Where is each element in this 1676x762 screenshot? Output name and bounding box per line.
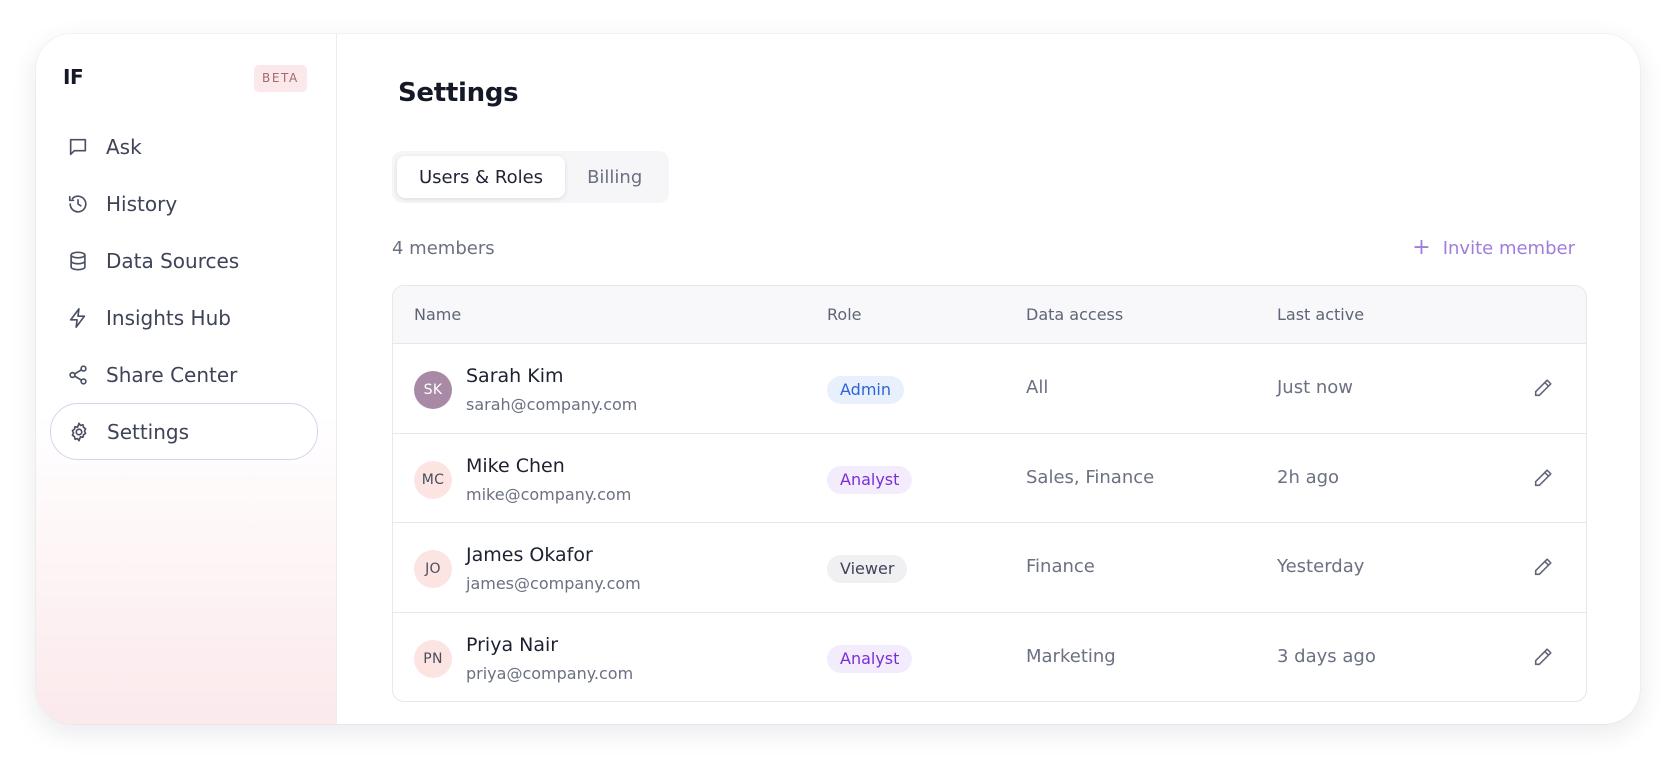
- table-row[interactable]: PN Priya Nair priya@company.com Analyst …: [393, 613, 1586, 702]
- app-logo[interactable]: IF: [63, 65, 84, 89]
- main-content: Settings Users & Roles Billing 4 members…: [337, 34, 1640, 724]
- member-name: Sarah Kim: [466, 365, 564, 387]
- lightning-icon: [67, 307, 89, 329]
- chat-bubble-icon: [67, 136, 89, 158]
- avatar: PN: [414, 639, 452, 678]
- last-active: 3 days ago: [1277, 645, 1376, 667]
- sidebar-item-label: Insights Hub: [106, 305, 231, 330]
- gear-icon: [68, 421, 90, 443]
- sidebar-item-label: History: [106, 191, 178, 216]
- edit-pencil-icon[interactable]: [1532, 556, 1556, 580]
- table-header: Name Role Data access Last active: [393, 286, 1586, 344]
- role-badge: Analyst: [827, 465, 913, 494]
- sidebar-item-label: Ask: [106, 134, 142, 159]
- plus-icon: +: [1412, 235, 1431, 260]
- sidebar-item-label: Settings: [107, 419, 190, 444]
- member-email: james@company.com: [466, 574, 641, 593]
- avatar: JO: [414, 550, 452, 588]
- edit-pencil-icon[interactable]: [1532, 467, 1556, 491]
- sidebar-item-history[interactable]: History: [50, 175, 318, 232]
- role-badge: Admin: [827, 376, 904, 404]
- role-badge: Viewer: [827, 555, 908, 583]
- data-access: Sales, Finance: [1026, 466, 1155, 488]
- sidebar-item-ask[interactable]: Ask: [50, 118, 318, 175]
- sidebar-item-label: Data Sources: [106, 248, 240, 273]
- members-table: Name Role Data access Last active SK Sar…: [392, 285, 1587, 702]
- member-email: priya@company.com: [466, 663, 634, 683]
- sidebar-item-insights-hub[interactable]: Insights Hub: [50, 289, 318, 346]
- sidebar: IF BETA Ask History Data Sources Insight…: [36, 34, 337, 724]
- data-access: Finance: [1026, 556, 1095, 577]
- member-name: Mike Chen: [466, 454, 565, 477]
- share-icon: [67, 364, 89, 386]
- role-badge: Analyst: [827, 644, 913, 673]
- member-email: mike@company.com: [466, 484, 632, 504]
- tab-billing[interactable]: Billing: [565, 156, 664, 198]
- member-email: sarah@company.com: [466, 395, 638, 414]
- page-title: Settings: [398, 78, 519, 108]
- sidebar-item-share-center[interactable]: Share Center: [50, 346, 318, 403]
- column-header-name[interactable]: Name: [414, 305, 461, 324]
- avatar: MC: [414, 460, 452, 499]
- table-row[interactable]: SK Sarah Kim sarah@company.com Admin All…: [393, 344, 1586, 434]
- database-icon: [67, 250, 89, 272]
- app-window: IF BETA Ask History Data Sources Insight…: [36, 34, 1640, 724]
- sidebar-nav: Ask History Data Sources Insights Hub Sh…: [50, 118, 318, 460]
- sidebar-item-label: Share Center: [106, 362, 238, 387]
- last-active: 2h ago: [1277, 466, 1340, 488]
- members-count: 4 members: [392, 238, 495, 259]
- history-icon: [67, 193, 89, 215]
- member-name: Priya Nair: [466, 633, 559, 656]
- table-row[interactable]: MC Mike Chen mike@company.com Analyst Sa…: [393, 434, 1586, 523]
- last-active: Just now: [1277, 377, 1354, 398]
- column-header-role[interactable]: Role: [827, 305, 861, 324]
- member-name: James Okafor: [466, 544, 593, 566]
- invite-member-button[interactable]: + Invite member: [1412, 237, 1575, 259]
- avatar: SK: [414, 371, 452, 409]
- sidebar-item-data-sources[interactable]: Data Sources: [50, 232, 318, 289]
- settings-tabs: Users & Roles Billing: [392, 151, 670, 203]
- column-header-last-active[interactable]: Last active: [1277, 305, 1364, 324]
- invite-member-label: Invite member: [1442, 237, 1575, 259]
- edit-pencil-icon[interactable]: [1532, 646, 1556, 670]
- table-row[interactable]: JO James Okafor james@company.com Viewer…: [393, 523, 1586, 613]
- beta-badge: BETA: [254, 65, 307, 92]
- sidebar-item-settings[interactable]: Settings: [50, 403, 318, 460]
- tab-users-roles[interactable]: Users & Roles: [397, 156, 566, 198]
- data-access: All: [1026, 377, 1049, 398]
- data-access: Marketing: [1026, 645, 1116, 667]
- last-active: Yesterday: [1277, 556, 1365, 577]
- edit-pencil-icon[interactable]: [1532, 377, 1556, 401]
- column-header-data-access[interactable]: Data access: [1026, 305, 1123, 324]
